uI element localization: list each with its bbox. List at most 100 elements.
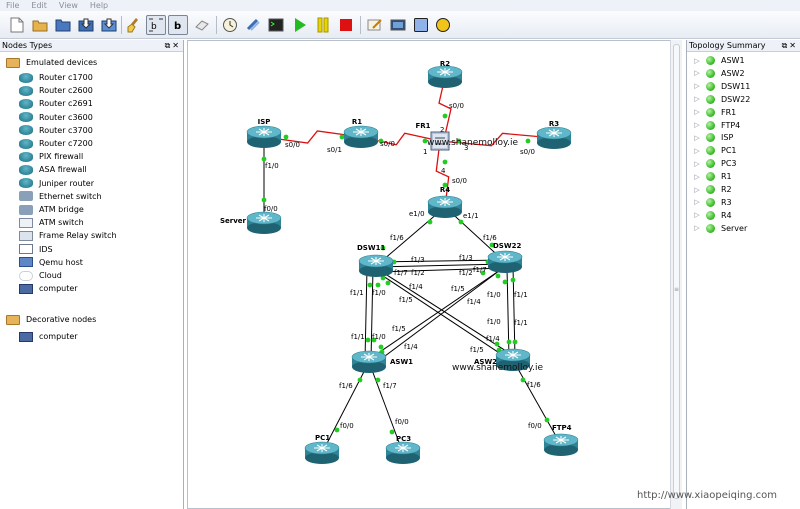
scrollbar-thumb[interactable] (673, 44, 680, 499)
node-type-item[interactable]: Juniper router (19, 177, 94, 190)
topology-item-label: FTP4 (721, 120, 741, 130)
node-type-label: computer (39, 332, 78, 341)
topology-summary-item[interactable]: ▷ ISP (687, 131, 733, 144)
panel-float-close-buttons[interactable]: ⧉✕ (165, 40, 181, 52)
draw-rectangle-icon[interactable] (411, 15, 431, 35)
node-type-item[interactable]: ATM switch (19, 216, 84, 229)
node-type-item[interactable]: Cloud (19, 269, 62, 282)
topology-summary-item[interactable]: ▷ R2 (687, 183, 732, 196)
refresh-icon[interactable] (243, 15, 263, 35)
router-asw1[interactable] (351, 350, 387, 373)
menu-file[interactable]: File (6, 0, 19, 11)
router-server[interactable] (246, 211, 282, 234)
show-interface-labels-icon[interactable]: b (146, 15, 166, 35)
open-icon[interactable] (30, 15, 50, 35)
draw-ellipse-icon[interactable] (433, 15, 453, 35)
expand-arrow-icon[interactable]: ▷ (692, 69, 702, 77)
topology-summary-item[interactable]: ▷ Server (687, 222, 747, 235)
expand-arrow-icon[interactable]: ▷ (692, 173, 702, 181)
panel-float-close-buttons[interactable]: ⧉✕ (782, 40, 798, 52)
start-icon[interactable] (290, 15, 310, 35)
menu-bar: File Edit View Help (0, 0, 800, 11)
topology-summary-item[interactable]: ▷ R3 (687, 196, 732, 209)
node-type-item[interactable]: computer (19, 282, 78, 295)
clear-icon[interactable] (124, 15, 144, 35)
node-type-item[interactable]: Ethernet switch (19, 190, 102, 203)
topology-item-label: ISP (721, 133, 734, 143)
node-type-item[interactable]: ASA firewall (19, 163, 87, 176)
router-isp[interactable] (246, 125, 282, 148)
expand-arrow-icon[interactable]: ▷ (692, 134, 702, 142)
node-type-item[interactable]: Router c2600 (19, 84, 93, 97)
topology-summary-item[interactable]: ▷ FR1 (687, 106, 736, 119)
save-as-icon[interactable] (99, 15, 119, 35)
router-pc3[interactable] (385, 441, 421, 464)
expand-arrow-icon[interactable]: ▷ (692, 108, 702, 116)
screenshot-icon[interactable] (192, 15, 212, 35)
expand-arrow-icon[interactable]: ▷ (692, 82, 702, 90)
router-r2[interactable] (427, 65, 463, 88)
menu-view[interactable]: View (59, 0, 78, 11)
save-icon[interactable] (76, 15, 96, 35)
new-icon[interactable] (7, 15, 27, 35)
node-type-item[interactable]: Qemu host (19, 256, 83, 269)
topology-summary-item[interactable]: ▷ DSW22 (687, 93, 750, 106)
node-type-item[interactable]: Router c1700 (19, 71, 93, 84)
stop-icon[interactable] (336, 15, 356, 35)
port-up-indicator (375, 377, 381, 383)
show-hostnames-icon[interactable]: b (168, 15, 188, 35)
expand-arrow-icon[interactable]: ▷ (692, 186, 702, 194)
canvas-watermark: www.shanemolloy.ie (427, 138, 518, 148)
topology-summary-item[interactable]: ▷ FTP4 (687, 119, 740, 132)
router-dsw11[interactable] (358, 254, 394, 277)
router-ftp4[interactable] (543, 433, 579, 456)
expand-arrow-icon[interactable]: ▷ (692, 160, 702, 168)
decorative-node-item[interactable]: computer (19, 330, 78, 343)
suspend-icon[interactable] (313, 15, 333, 35)
expand-arrow-icon[interactable]: ▷ (692, 198, 702, 206)
port-up-indicator (367, 282, 373, 288)
topology-summary-item[interactable]: ▷ PC3 (687, 157, 737, 170)
topology-summary-item[interactable]: ▷ R1 (687, 170, 732, 183)
topology-item-label: ASW1 (721, 56, 745, 65)
node-type-item[interactable]: Router c7200 (19, 137, 93, 150)
node-type-item[interactable]: Router c2691 (19, 97, 93, 110)
node-type-item[interactable]: IDS (19, 243, 53, 256)
expand-arrow-icon[interactable]: ▷ (692, 211, 702, 219)
expand-arrow-icon[interactable]: ▷ (692, 57, 702, 65)
router-r3[interactable] (536, 126, 572, 149)
topology-summary-item[interactable]: ▷ DSW11 (687, 80, 750, 93)
interface-label: f1/4 (486, 335, 500, 343)
node-type-item[interactable]: Router c3700 (19, 124, 93, 137)
topology-summary-item[interactable]: ▷ ASW1 (687, 54, 745, 67)
node-type-item[interactable]: Router c3600 (19, 111, 93, 124)
topology-summary-item[interactable]: ▷ ASW2 (687, 67, 745, 80)
insert-picture-icon[interactable] (388, 15, 408, 35)
open-folder-icon[interactable] (53, 15, 73, 35)
menu-edit[interactable]: Edit (31, 0, 47, 11)
expand-arrow-icon[interactable]: ▷ (692, 147, 702, 155)
router-pc1[interactable] (304, 441, 340, 464)
topology-summary-item[interactable]: ▷ R4 (687, 209, 732, 222)
menu-help[interactable]: Help (90, 0, 108, 11)
node-type-label: Emulated devices (26, 58, 98, 67)
node-type-item[interactable]: PIX firewall (19, 150, 83, 163)
console-icon[interactable] (266, 15, 286, 35)
expand-arrow-icon[interactable]: ▷ (692, 224, 702, 232)
expand-arrow-icon[interactable]: ▷ (692, 95, 702, 103)
interface-label: f0/0 (395, 418, 409, 426)
timer-icon[interactable] (220, 15, 240, 35)
topology-diagram[interactable]: R2R1 FR1 R3ISPServerR4DSW11 DSW22ASW1 ASW2PC… (187, 40, 682, 509)
node-type-item[interactable]: ATM bridge (19, 203, 84, 216)
router-dsw22[interactable] (487, 250, 523, 273)
canvas-vertical-scrollbar[interactable]: ≡ (670, 40, 682, 509)
add-note-icon[interactable] (365, 15, 385, 35)
router-r4[interactable] (427, 195, 463, 218)
node-type-item[interactable]: Frame Relay switch (19, 229, 117, 242)
decorative-nodes-header[interactable]: Decorative nodes (6, 313, 96, 326)
emulated-devices-header[interactable]: Emulated devices (6, 56, 97, 69)
topology-summary-item[interactable]: ▷ PC1 (687, 144, 737, 157)
expand-arrow-icon[interactable]: ▷ (692, 121, 702, 129)
node-label-asw1: ASW1 (390, 358, 413, 366)
router-r1[interactable] (343, 125, 379, 148)
